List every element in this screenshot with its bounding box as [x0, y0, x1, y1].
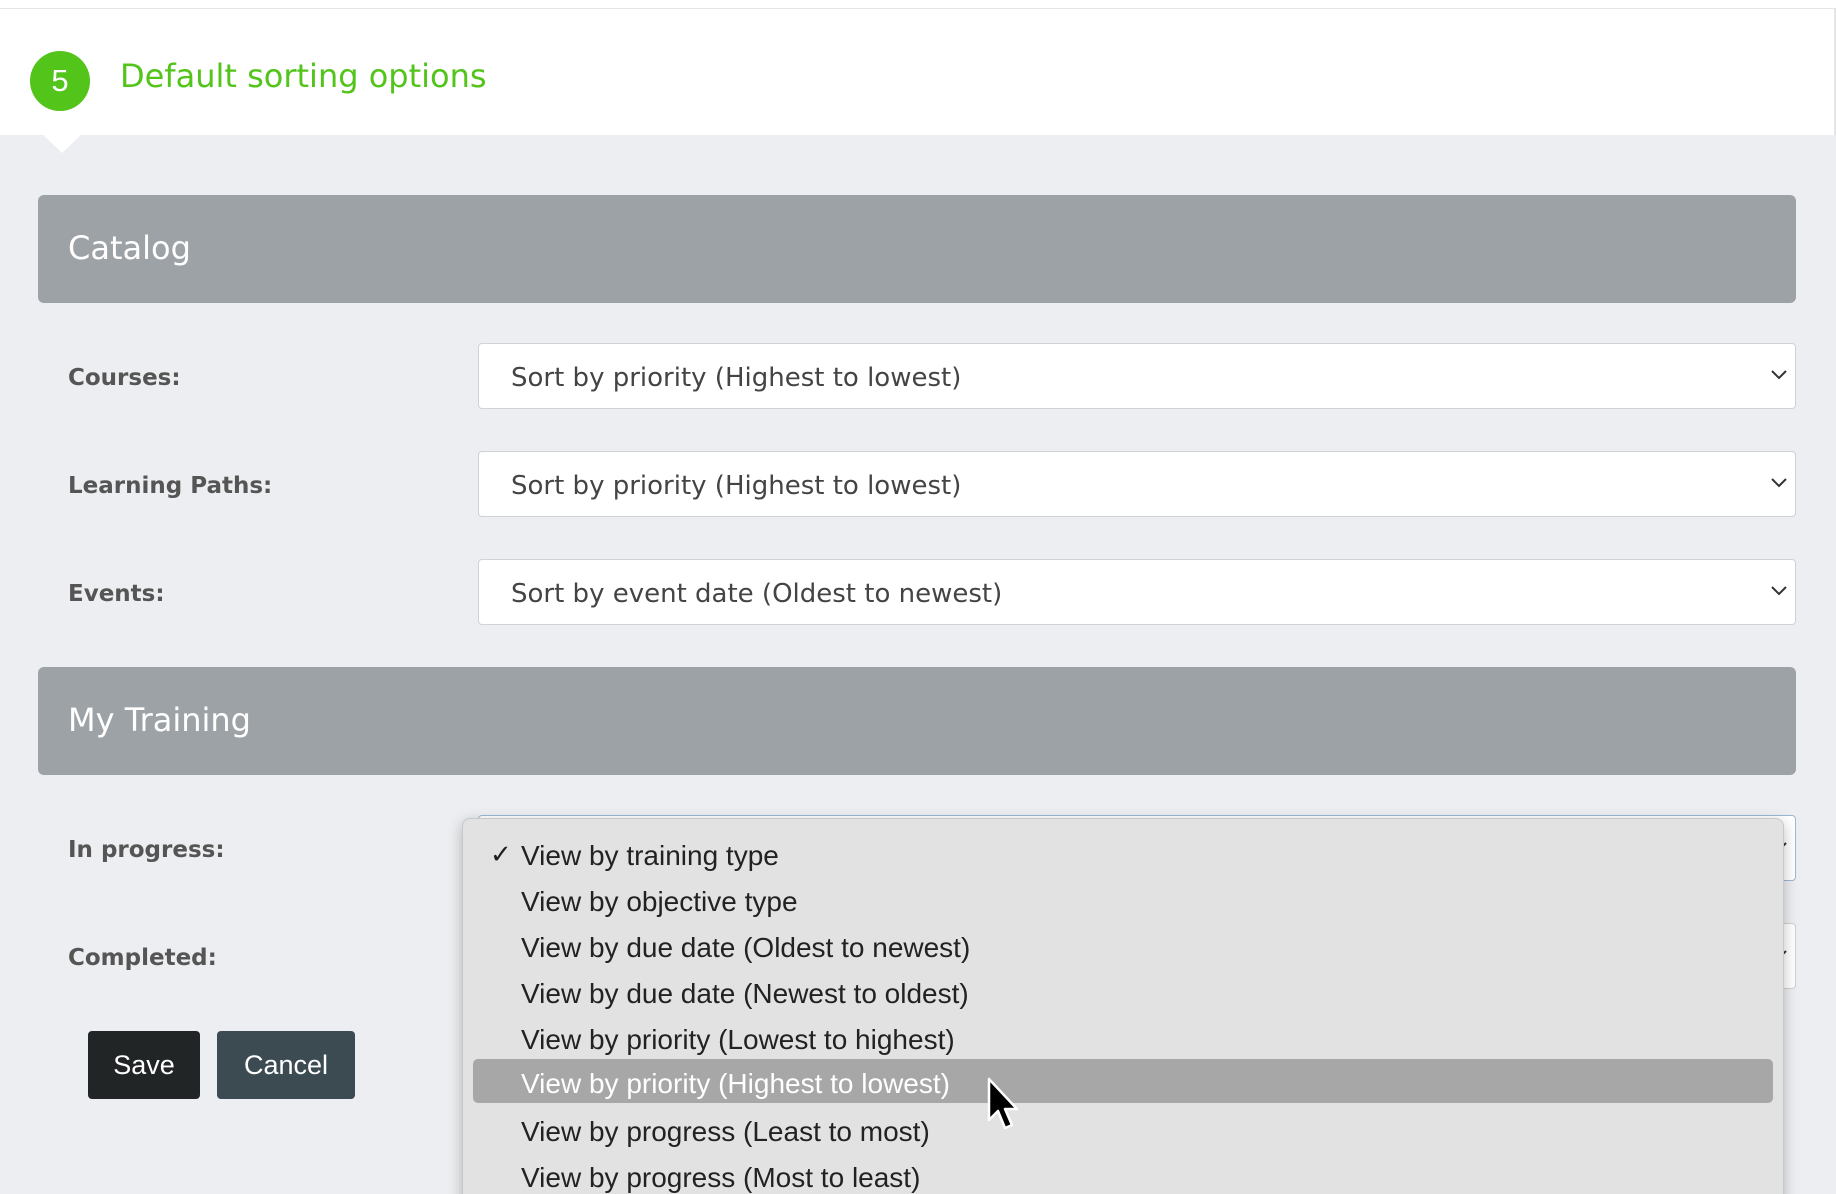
learning-paths-sort-select[interactable]: Sort by priority (Highest to lowest) [478, 451, 1796, 517]
dropdown-option[interactable]: ✓ View by training type [473, 831, 1773, 875]
dropdown-option-label: View by training type [521, 840, 779, 871]
learning-paths-label: Learning Paths: [68, 473, 273, 499]
courses-label: Courses: [68, 365, 181, 391]
courses-sort-select[interactable]: Sort by priority (Highest to lowest) [478, 343, 1796, 409]
cancel-button[interactable]: Cancel [217, 1031, 355, 1099]
dropdown-option[interactable]: View by progress (Most to least) [473, 1153, 1773, 1194]
dropdown-option-label: View by objective type [521, 886, 798, 917]
catalog-heading: Catalog [68, 229, 191, 267]
events-label: Events: [68, 581, 165, 607]
completed-label: Completed: [68, 945, 217, 971]
dropdown-option-label: View by due date (Oldest to newest) [521, 932, 971, 963]
chevron-down-icon [1771, 586, 1787, 596]
step-number-badge: 5 [30, 51, 90, 111]
dropdown-option-highlighted[interactable]: View by priority (Highest to lowest) [473, 1059, 1773, 1103]
dropdown-option[interactable]: View by priority (Lowest to highest) [473, 1015, 1773, 1059]
catalog-section-header: Catalog [38, 195, 1796, 303]
events-sort-value: Sort by event date (Oldest to newest) [511, 579, 1003, 609]
dropdown-option[interactable]: View by due date (Oldest to newest) [473, 923, 1773, 967]
dropdown-option-label: View by due date (Newest to oldest) [521, 978, 969, 1009]
step-pointer-arrow [42, 134, 82, 153]
top-divider [0, 0, 1836, 9]
dropdown-option-label: View by priority (Lowest to highest) [521, 1024, 955, 1055]
my-training-heading: My Training [68, 701, 251, 739]
mouse-pointer-icon [987, 1077, 1019, 1130]
step-header: 5 Default sorting options [0, 9, 1836, 135]
dropdown-option-label: View by priority (Highest to lowest) [521, 1068, 950, 1099]
save-button[interactable]: Save [88, 1031, 200, 1099]
in-progress-dropdown-menu: ✓ View by training type View by objectiv… [462, 818, 1784, 1194]
learning-paths-sort-value: Sort by priority (Highest to lowest) [511, 471, 962, 501]
in-progress-label: In progress: [68, 837, 225, 863]
dropdown-option-label: View by progress (Least to most) [521, 1116, 930, 1147]
dropdown-option-label: View by progress (Most to least) [521, 1162, 921, 1193]
courses-sort-value: Sort by priority (Highest to lowest) [511, 363, 962, 393]
dropdown-option[interactable]: View by progress (Least to most) [473, 1107, 1773, 1151]
chevron-down-icon [1771, 370, 1787, 380]
step-title: Default sorting options [120, 57, 487, 95]
checkmark-icon: ✓ [490, 840, 512, 870]
chevron-down-icon [1771, 478, 1787, 488]
dropdown-option[interactable]: View by objective type [473, 877, 1773, 921]
events-sort-select[interactable]: Sort by event date (Oldest to newest) [478, 559, 1796, 625]
my-training-section-header: My Training [38, 667, 1796, 775]
dropdown-option[interactable]: View by due date (Newest to oldest) [473, 969, 1773, 1013]
